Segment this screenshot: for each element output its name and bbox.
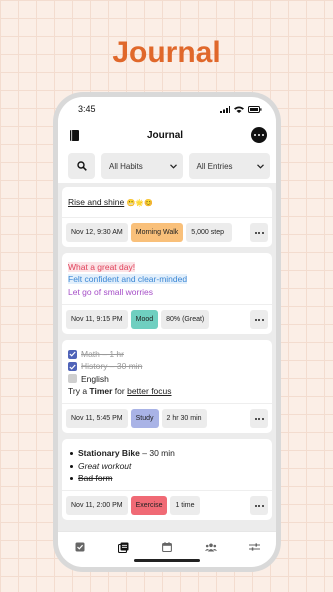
bullet-item: Great workout (68, 460, 266, 472)
entry-date: Nov 12, 9:30 AM (66, 223, 128, 243)
tip-text: for (114, 386, 125, 397)
task-text: Math – 1 hr (81, 349, 124, 360)
habit-tag-exercise[interactable]: Exercise (130, 496, 168, 516)
journal-list: Rise and shine 😬🌟😊 Nov 12, 9:30 AM Morni… (58, 183, 276, 521)
entry-value: 80% (Great) (161, 310, 210, 330)
entry-value: 2 hr 30 min (161, 409, 207, 429)
entry-date: Nov 11, 5:45 PM (66, 409, 128, 429)
journal-book-icon[interactable] (70, 129, 79, 141)
bullet-text: Great workout (78, 460, 132, 471)
tab-habits[interactable] (73, 540, 87, 554)
entries-filter-value: All Entries (196, 161, 233, 171)
status-time: 3:45 (78, 104, 96, 114)
bullet-text: – 30 min (142, 448, 175, 459)
app-screen: 3:45 Journal All Habits All Entries Rise… (58, 97, 276, 567)
settings-sliders-icon (248, 543, 260, 551)
tip-text: Try a (68, 386, 88, 397)
page-title: Journal (146, 129, 184, 141)
wifi-icon (234, 106, 244, 113)
status-bar: 3:45 (58, 97, 276, 121)
bullet-item: Bad form (68, 472, 266, 484)
chevron-down-icon (169, 163, 177, 169)
entry-value: 5,000 step (186, 223, 233, 243)
chevron-down-icon (257, 163, 264, 169)
entry-text: Rise and shine (68, 197, 125, 207)
checkbox-checked[interactable] (68, 362, 77, 372)
more-options-button[interactable] (251, 127, 267, 143)
checkbox-checked[interactable] (68, 349, 77, 359)
tab-calendar[interactable] (160, 540, 174, 554)
entry-line: What a great day! (68, 262, 136, 273)
entry-more-button[interactable] (250, 409, 268, 429)
entries-filter-select[interactable]: All Entries (188, 153, 270, 179)
signal-icon (220, 105, 230, 113)
bullet-text: Bad form (78, 472, 113, 483)
bullet-bold: Stationary Bike (78, 448, 140, 459)
checkbox-unchecked[interactable] (68, 374, 77, 384)
entry-line: Let go of small worries (68, 286, 154, 297)
journal-entry-card[interactable]: What a great day! Felt confident and cle… (62, 253, 272, 335)
journal-entry-card[interactable]: Rise and shine 😬🌟😊 Nov 12, 9:30 AM Morni… (62, 187, 272, 248)
home-indicator (134, 559, 200, 562)
search-button[interactable] (68, 153, 95, 179)
entry-emoji: 😬🌟😊 (126, 200, 153, 207)
battery-icon (248, 105, 262, 113)
calendar-icon (162, 542, 172, 552)
entry-more-button[interactable] (250, 310, 268, 330)
habit-tag-morning-walk[interactable]: Morning Walk (130, 223, 184, 243)
journal-icon (117, 542, 129, 553)
entry-value: 1 time (170, 496, 200, 516)
task-item: English (68, 373, 266, 385)
people-icon (204, 543, 217, 551)
bullet-item: Stationary Bike – 30 min (68, 447, 266, 459)
journal-entry-card[interactable]: Math – 1 hr History – 30 min English Try… (62, 340, 272, 434)
entry-more-button[interactable] (250, 223, 268, 243)
checklist-icon (75, 542, 85, 552)
habits-filter-select[interactable]: All Habits (101, 153, 183, 179)
task-item: Math – 1 hr (68, 348, 266, 360)
search-icon (76, 161, 87, 171)
tab-friends[interactable] (204, 540, 218, 554)
habits-filter-value: All Habits (109, 161, 143, 171)
entry-more-button[interactable] (250, 496, 268, 516)
task-text: English (81, 373, 109, 384)
habit-tag-mood[interactable]: Mood (130, 310, 159, 330)
promo-headline: Journal (112, 36, 221, 69)
entry-tip: Try a Timer for better focus (68, 385, 266, 397)
status-icons (220, 105, 262, 113)
entry-line: Felt confident and clear-minded (68, 274, 188, 285)
tab-settings[interactable] (247, 540, 261, 554)
tab-journal[interactable] (116, 540, 130, 554)
phone-frame: 3:45 Journal All Habits All Entries Rise… (53, 92, 281, 572)
task-item: History – 30 min (68, 360, 266, 372)
entry-date: Nov 11, 2:00 PM (66, 496, 128, 516)
tip-link[interactable]: better focus (127, 386, 171, 396)
filter-bar: All Habits All Entries (58, 149, 276, 183)
habit-tag-study[interactable]: Study (130, 409, 159, 429)
task-text: History – 30 min (81, 361, 143, 372)
app-bar: Journal (58, 121, 276, 149)
entry-date: Nov 11, 9:15 PM (66, 310, 128, 330)
tip-bold: Timer (89, 386, 113, 397)
journal-entry-card[interactable]: Stationary Bike – 30 min Great workout B… (62, 439, 272, 521)
